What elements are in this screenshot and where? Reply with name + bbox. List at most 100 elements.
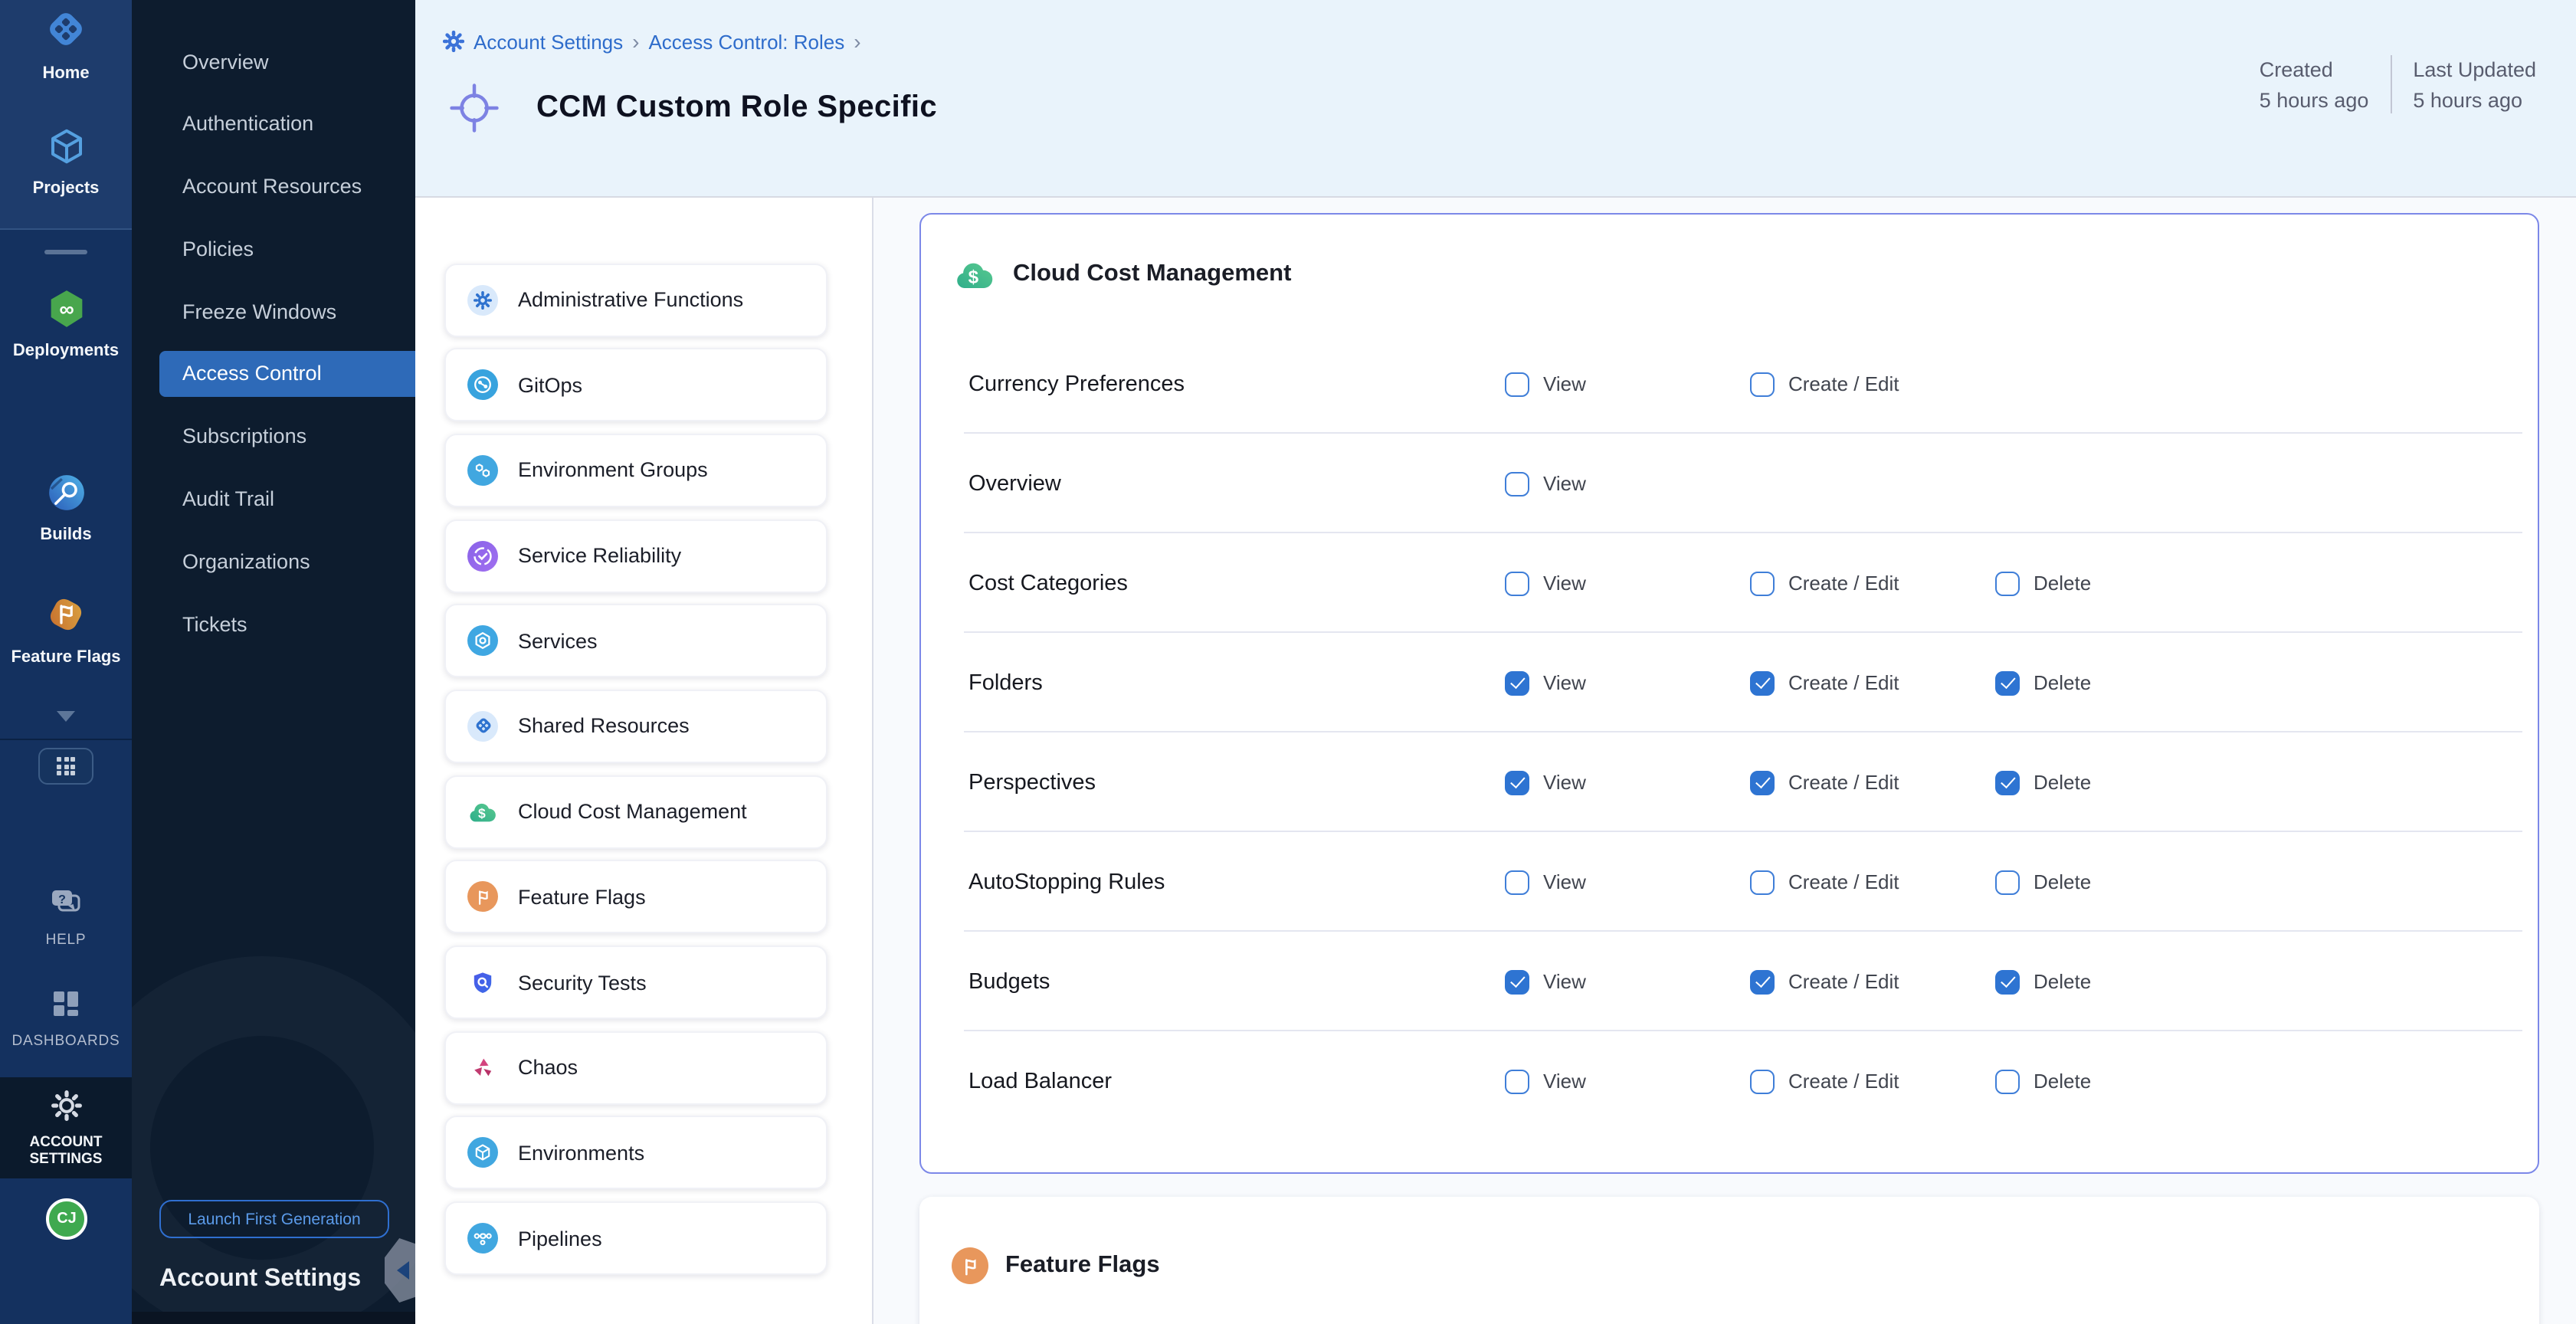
view-checkbox[interactable]: [1505, 670, 1529, 695]
permission-view[interactable]: View: [1505, 770, 1750, 795]
permission-delete[interactable]: Delete: [1995, 770, 2240, 795]
create-edit-checkbox[interactable]: [1750, 770, 1775, 795]
sidebar-item-freeze-windows[interactable]: Freeze Windows: [132, 288, 415, 334]
checkbox-label: View: [1543, 472, 1586, 495]
permission-delete[interactable]: Delete: [1995, 1069, 2240, 1093]
resource-group-administrative-functions[interactable]: Administrative Functions: [444, 263, 828, 336]
resource-group-label: GitOps: [518, 373, 582, 396]
resource-group-label: Environment Groups: [518, 459, 708, 482]
sidebar-item-policies[interactable]: Policies: [132, 226, 415, 272]
permission-delete[interactable]: Delete: [1995, 571, 2240, 595]
resource-name: Load Balancer: [968, 1069, 1505, 1093]
resource-group-label: Cloud Cost Management: [518, 800, 747, 823]
delete-checkbox[interactable]: [1995, 870, 2020, 894]
view-checkbox[interactable]: [1505, 870, 1529, 894]
nav-home[interactable]: Home: [0, 6, 132, 83]
permission-view[interactable]: View: [1505, 1069, 1750, 1093]
resource-group-services[interactable]: Services: [444, 605, 828, 678]
delete-checkbox[interactable]: [1995, 571, 2020, 595]
permission-delete[interactable]: Delete: [1995, 870, 2240, 894]
cloud-cost-management-permissions-card: $ Cloud Cost Management Currency Prefere…: [919, 213, 2539, 1174]
resource-group-environment-groups[interactable]: Environment Groups: [444, 434, 828, 507]
breadcrumb-access-control-roles[interactable]: Access Control: Roles: [648, 30, 844, 53]
sidebar-item-tickets[interactable]: Tickets: [132, 601, 415, 647]
dashboards-tiles-icon: [49, 987, 83, 1028]
permission-create-edit[interactable]: Create / Edit: [1750, 969, 1995, 994]
permission-view[interactable]: View: [1505, 571, 1750, 595]
page-header: Account Settings › Access Control: Roles…: [415, 0, 2576, 198]
chevron-down-icon[interactable]: [57, 711, 75, 722]
settings-sidebar: Overview Authentication Account Resource…: [132, 0, 415, 1324]
permission-view[interactable]: View: [1505, 969, 1750, 994]
chaos-triangles-icon: [467, 1055, 498, 1080]
checkbox-label: Create / Edit: [1788, 572, 1899, 595]
checkbox-label: Create / Edit: [1788, 771, 1899, 794]
harness-logo-icon: [43, 6, 89, 60]
permission-row-cost-categories: Cost Categories View Create / Edit Delet…: [964, 533, 2522, 633]
nav-help[interactable]: ? HELP: [0, 886, 132, 949]
permission-view[interactable]: View: [1505, 870, 1750, 894]
nav-dashboards[interactable]: DASHBOARDS: [0, 987, 132, 1050]
permission-delete[interactable]: Delete: [1995, 670, 2240, 695]
permission-view[interactable]: View: [1505, 471, 1750, 496]
sidebar-item-organizations[interactable]: Organizations: [132, 539, 415, 585]
view-checkbox[interactable]: [1505, 571, 1529, 595]
sidebar-item-authentication[interactable]: Authentication: [132, 101, 415, 147]
permission-create-edit[interactable]: Create / Edit: [1750, 870, 1995, 894]
rail-divider-dash: [44, 250, 87, 254]
resource-group-feature-flags[interactable]: Feature Flags: [444, 860, 828, 934]
delete-checkbox[interactable]: [1995, 670, 2020, 695]
nav-feature-flags[interactable]: Feature Flags: [0, 593, 132, 667]
resource-group-service-reliability[interactable]: Service Reliability: [444, 519, 828, 592]
last-updated-block: Last Updated 5 hours ago: [2391, 55, 2558, 116]
nav-account-settings[interactable]: ACCOUNT SETTINGS: [0, 1077, 132, 1178]
view-checkbox[interactable]: [1505, 770, 1529, 795]
delete-checkbox[interactable]: [1995, 770, 2020, 795]
permission-view[interactable]: View: [1505, 372, 1750, 396]
rail-section-divider: [0, 739, 132, 740]
sidebar-item-audit-trail[interactable]: Audit Trail: [132, 476, 415, 522]
checkbox-label: View: [1543, 970, 1586, 993]
resource-group-cloud-cost-management[interactable]: $ Cloud Cost Management: [444, 775, 828, 848]
builds-magnifier-icon: [45, 472, 87, 521]
sidebar-item-access-control[interactable]: Access Control: [159, 351, 415, 397]
reliability-check-icon: [467, 540, 498, 571]
nav-projects[interactable]: Projects: [0, 126, 132, 198]
launch-first-generation-button[interactable]: Launch First Generation: [159, 1200, 389, 1238]
cube-icon: [45, 126, 87, 175]
delete-checkbox[interactable]: [1995, 969, 2020, 994]
permission-create-edit[interactable]: Create / Edit: [1750, 372, 1995, 396]
nav-deployments[interactable]: ∞ Deployments: [0, 288, 132, 360]
resource-group-security-tests[interactable]: Security Tests: [444, 945, 828, 1019]
permission-delete[interactable]: Delete: [1995, 969, 2240, 994]
permission-create-edit[interactable]: Create / Edit: [1750, 670, 1995, 695]
sidebar-item-subscriptions[interactable]: Subscriptions: [132, 414, 415, 460]
resource-group-environments[interactable]: Environments: [444, 1116, 828, 1190]
create-edit-checkbox[interactable]: [1750, 571, 1775, 595]
permission-view[interactable]: View: [1505, 670, 1750, 695]
create-edit-checkbox[interactable]: [1750, 372, 1775, 396]
view-checkbox[interactable]: [1505, 969, 1529, 994]
create-edit-checkbox[interactable]: [1750, 870, 1775, 894]
view-checkbox[interactable]: [1505, 372, 1529, 396]
create-edit-checkbox[interactable]: [1750, 670, 1775, 695]
sidebar-item-account-resources[interactable]: Account Resources: [132, 163, 415, 209]
create-edit-checkbox[interactable]: [1750, 1069, 1775, 1093]
resource-group-gitops[interactable]: GitOps: [444, 348, 828, 421]
create-edit-checkbox[interactable]: [1750, 969, 1775, 994]
sidebar-item-overview[interactable]: Overview: [132, 38, 415, 84]
nav-builds[interactable]: Builds: [0, 472, 132, 544]
breadcrumb-account-settings[interactable]: Account Settings: [474, 30, 623, 53]
view-checkbox[interactable]: [1505, 1069, 1529, 1093]
resource-group-chaos[interactable]: Chaos: [444, 1031, 828, 1104]
resource-group-shared-resources[interactable]: Shared Resources: [444, 690, 828, 763]
permission-create-edit[interactable]: Create / Edit: [1750, 1069, 1995, 1093]
view-checkbox[interactable]: [1505, 471, 1529, 496]
user-avatar[interactable]: CJ: [46, 1198, 87, 1240]
resource-group-pipelines[interactable]: Pipelines: [444, 1201, 828, 1275]
permission-create-edit[interactable]: Create / Edit: [1750, 770, 1995, 795]
permission-create-edit[interactable]: Create / Edit: [1750, 571, 1995, 595]
delete-checkbox[interactable]: [1995, 1069, 2020, 1093]
module-grid-button[interactable]: [38, 748, 93, 785]
avatar-initials: CJ: [57, 1211, 77, 1227]
